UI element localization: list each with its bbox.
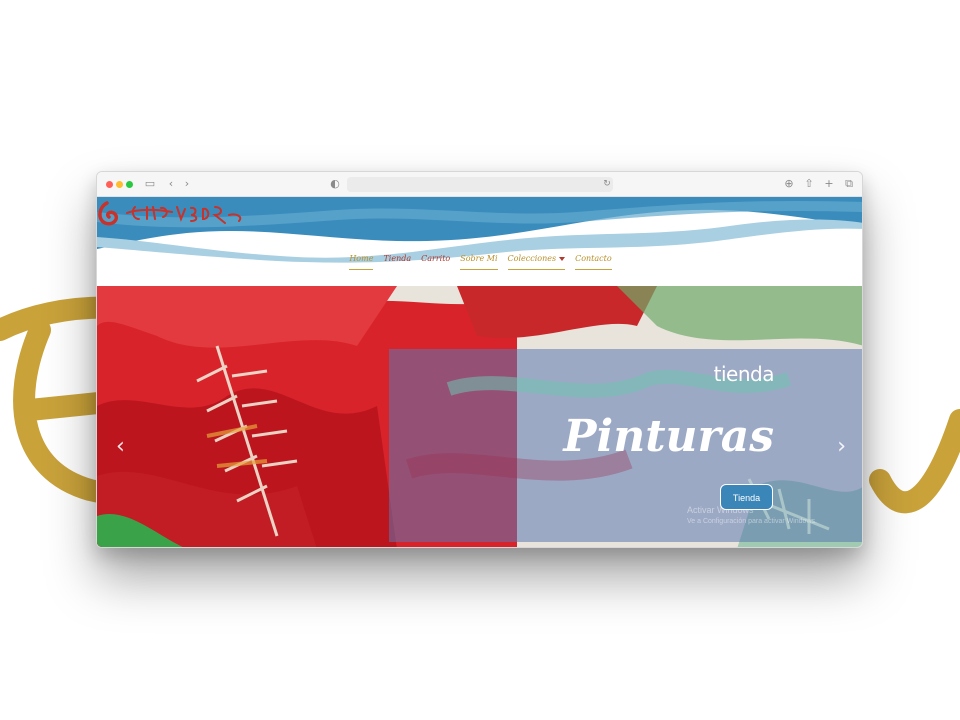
browser-toolbar: ▭ ‹ › ◐ ↻ ⊕ ⇧ + ⧉ — [97, 172, 862, 197]
minimize-window-button[interactable] — [116, 181, 123, 188]
main-nav: Home Tienda Carrito Sobre Mi Colecciones… — [97, 254, 862, 270]
browser-window: ▭ ‹ › ◐ ↻ ⊕ ⇧ + ⧉ Home Tienda Carrito So… — [96, 171, 863, 548]
nav-tienda[interactable]: Tienda — [383, 254, 411, 270]
tabs-icon[interactable]: ⧉ — [843, 178, 855, 190]
tienda-button[interactable]: Tienda — [720, 484, 773, 510]
nav-carrito[interactable]: Carrito — [421, 254, 450, 270]
slide-subtitle: tienda — [713, 362, 775, 386]
slide-caption-panel: tienda Pinturas Activar Windows Ve a Con… — [389, 349, 862, 542]
reload-icon[interactable]: ↻ — [601, 178, 613, 190]
hero-slider: tienda Pinturas Activar Windows Ve a Con… — [97, 286, 862, 547]
back-icon[interactable]: ‹ — [165, 178, 177, 190]
web-page: Home Tienda Carrito Sobre Mi Colecciones… — [97, 197, 862, 547]
new-tab-icon[interactable]: + — [823, 178, 835, 190]
site-header: Home Tienda Carrito Sobre Mi Colecciones… — [97, 197, 862, 286]
chevron-down-icon — [559, 257, 566, 261]
address-bar[interactable] — [347, 177, 613, 192]
chevron-left-icon[interactable]: ‹ — [116, 434, 125, 459]
nav-sobre-mi[interactable]: Sobre Mi — [460, 254, 498, 270]
zoom-window-button[interactable] — [126, 181, 133, 188]
nav-home[interactable]: Home — [349, 254, 374, 270]
watermark-line-2: Ve a Configuración para activar Windows. — [687, 518, 817, 525]
nav-colecciones[interactable]: Colecciones — [507, 254, 566, 270]
close-window-button[interactable] — [106, 181, 113, 188]
nav-contacto[interactable]: Contacto — [575, 254, 612, 270]
share-icon[interactable]: ⇧ — [803, 178, 815, 190]
nav-colecciones-label: Colecciones — [507, 254, 557, 263]
forward-icon[interactable]: › — [181, 178, 193, 190]
sidebar-icon[interactable]: ▭ — [144, 178, 156, 190]
shield-icon: ◐ — [330, 177, 340, 190]
slide-title: Pinturas — [563, 411, 774, 462]
download-icon[interactable]: ⊕ — [783, 178, 795, 190]
site-logo[interactable] — [97, 197, 247, 229]
stage: ▭ ‹ › ◐ ↻ ⊕ ⇧ + ⧉ Home Tienda Carrito So… — [0, 0, 960, 720]
chevron-right-icon[interactable]: › — [837, 434, 846, 459]
